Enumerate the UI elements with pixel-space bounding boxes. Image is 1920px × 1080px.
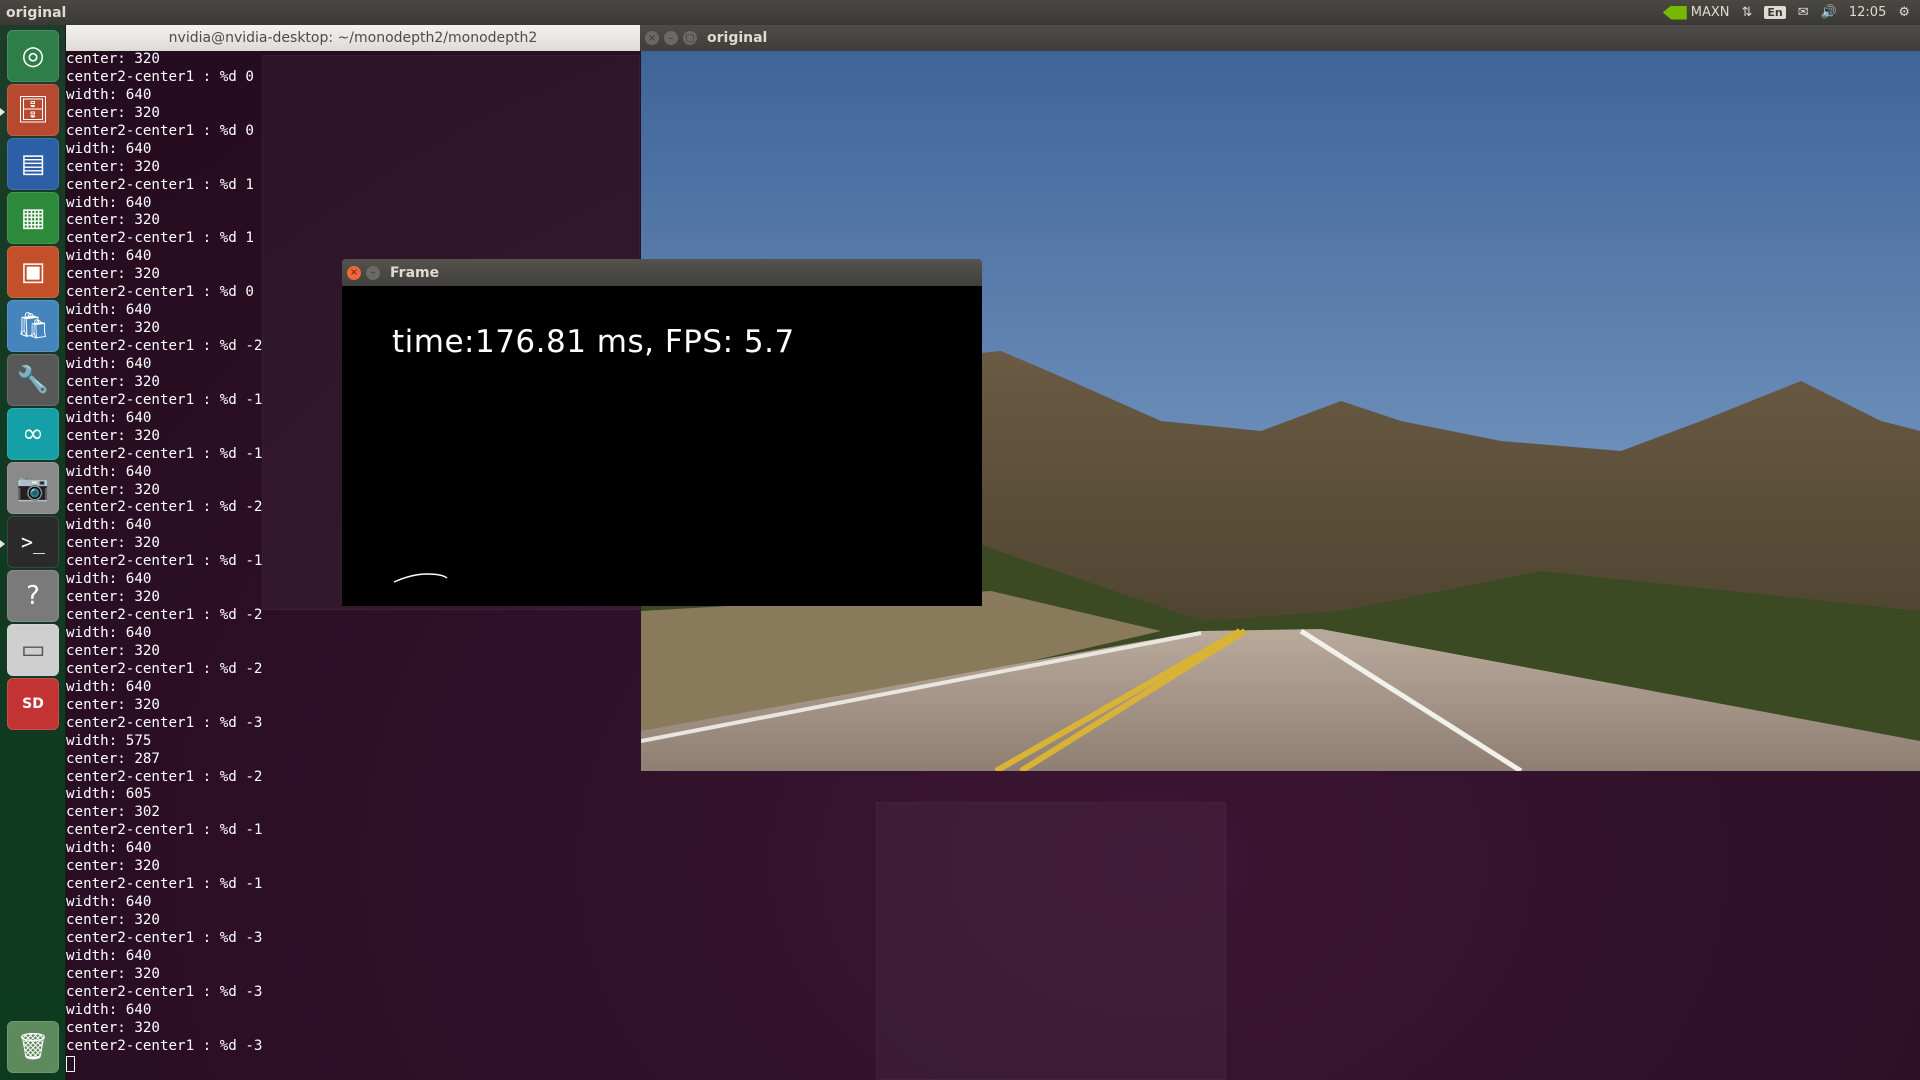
- terminal-line: width: 640: [66, 1001, 152, 1018]
- help-button[interactable]: ?: [7, 570, 59, 622]
- cursor-icon: [66, 1055, 75, 1072]
- terminal-line: width: 640: [66, 678, 152, 695]
- terminal-line: center2-center1 : %d 1: [66, 230, 254, 247]
- terminal-line: width: 640: [66, 840, 152, 857]
- minimize-icon[interactable]: –: [366, 265, 380, 280]
- running-indicator: [0, 540, 5, 548]
- power-mode-indicator[interactable]: MAXN: [1662, 5, 1730, 20]
- terminal-line: width: 640: [66, 625, 152, 641]
- terminal-line: center: 320: [66, 912, 160, 928]
- ubuntu-logo-icon: ◎: [21, 41, 45, 71]
- terminal-line: width: 605: [66, 786, 152, 803]
- camera-icon: 📷: [16, 473, 50, 503]
- terminal-line: center: 320: [66, 158, 160, 175]
- close-icon[interactable]: ×: [347, 265, 361, 280]
- trash-button[interactable]: 🗑: [7, 1021, 59, 1073]
- terminal-prompt-icon: >_: [20, 530, 46, 554]
- terminal-line: center: 302: [66, 804, 160, 821]
- calc-button[interactable]: ▦: [7, 192, 59, 244]
- sd-card-icon: SD: [22, 696, 44, 712]
- impress-button[interactable]: ▣: [7, 246, 59, 298]
- terminal-line: center2-center1 : %d 1: [66, 176, 254, 193]
- nvidia-logo-icon: [1662, 5, 1687, 20]
- top-panel: original MAXN ⇅ En ✉ 🔊 12:05 ⚙: [0, 0, 1920, 25]
- terminal-line: center: 320: [66, 51, 160, 67]
- arduino-button[interactable]: ∞: [7, 408, 59, 460]
- minimize-icon[interactable]: –: [664, 31, 678, 45]
- close-icon[interactable]: ×: [645, 31, 659, 45]
- running-indicator: [0, 108, 5, 116]
- terminal-line: center: 320: [66, 212, 160, 229]
- terminal-line: center2-center1 : %d -2: [66, 768, 263, 785]
- power-mode-label: MAXN: [1690, 5, 1730, 20]
- writer-doc-icon: ▤: [20, 149, 46, 179]
- terminal-line: center2-center1 : %d -1: [66, 876, 263, 893]
- network-icon[interactable]: ⇅: [1742, 5, 1753, 20]
- arduino-infinity-icon: ∞: [22, 419, 44, 449]
- terminal-line: center: 320: [66, 104, 160, 121]
- terminal-line: width: 640: [66, 894, 152, 911]
- active-app-title: original: [6, 4, 67, 21]
- files-button[interactable]: 🗄: [7, 84, 59, 136]
- mail-icon[interactable]: ✉: [1798, 5, 1809, 20]
- original-window-titlebar[interactable]: × – □ original: [640, 25, 1920, 51]
- terminal-line: width: 640: [66, 947, 152, 964]
- terminal-line: width: 575: [66, 732, 152, 749]
- clock[interactable]: 12:05: [1849, 5, 1886, 20]
- terminal-cursor-line: [66, 1055, 640, 1074]
- question-mark-icon: ?: [26, 581, 40, 611]
- terminal-line: center: 320: [66, 696, 160, 713]
- terminal-line: width: 640: [66, 194, 152, 211]
- terminal-line: center2-center1 : %d 0: [66, 122, 254, 139]
- terminal-line: center: 320: [66, 965, 160, 982]
- terminal-line: center2-center1 : %d -3: [66, 983, 263, 1000]
- settings-tools-icon: 🔧: [16, 365, 50, 395]
- terminal-line: center2-center1 : %d -3: [66, 1037, 263, 1054]
- shopping-bag-icon: 🛍: [16, 311, 50, 341]
- terminal-titlebar[interactable]: nvidia@nvidia-desktop: ~/monodepth2/mono…: [66, 25, 640, 51]
- terminal-line: center2-center1 : %d -3: [66, 714, 263, 731]
- lane-curve-sketch: [393, 573, 448, 583]
- terminal-line: center2-center1 : %d -2: [66, 660, 263, 677]
- terminal-line: center: 320: [66, 642, 160, 659]
- terminal-line: center2-center1 : %d -2: [66, 607, 263, 624]
- frame-window-titlebar[interactable]: × – Frame: [342, 259, 982, 286]
- terminal-line: center2-center1 : %d -1: [66, 822, 263, 839]
- trash-icon: 🗑: [16, 1032, 50, 1062]
- calc-sheet-icon: ▦: [20, 203, 46, 233]
- launcher: ◎ 🗄 ▤ ▦ ▣ 🛍 🔧 ∞ 📷 >_ ? ▭ SD 🗑: [0, 25, 66, 1080]
- drive-button[interactable]: ▭: [7, 624, 59, 676]
- writer-button[interactable]: ▤: [7, 138, 59, 190]
- removable-drive-icon: ▭: [20, 635, 46, 665]
- terminal-button[interactable]: >_: [7, 516, 59, 568]
- terminal-line: center: 287: [66, 750, 160, 767]
- fps-overlay-text: time:176.81 ms, FPS: 5.7: [392, 324, 795, 360]
- frame-window-title: Frame: [390, 264, 440, 281]
- screenshot-button[interactable]: 📷: [7, 462, 59, 514]
- terminal-line: center2-center1 : %d 0: [66, 68, 254, 85]
- original-window-title: original: [707, 30, 768, 46]
- impress-slide-icon: ▣: [20, 257, 46, 287]
- dash-home-button[interactable]: ◎: [7, 30, 59, 82]
- frame-canvas: time:176.81 ms, FPS: 5.7: [342, 286, 982, 606]
- system-tray: MAXN ⇅ En ✉ 🔊 12:05 ⚙: [1662, 0, 1920, 25]
- terminal-line: width: 640: [66, 140, 152, 157]
- keyboard-layout-label: En: [1764, 6, 1786, 19]
- gear-icon[interactable]: ⚙: [1898, 5, 1910, 20]
- software-center-button[interactable]: 🛍: [7, 300, 59, 352]
- terminal-line: center: 320: [66, 858, 160, 875]
- terminal-line: center2-center1 : %d -3: [66, 929, 263, 946]
- terminal-line: width: 640: [66, 86, 152, 103]
- keyboard-layout-indicator[interactable]: En: [1764, 6, 1786, 19]
- terminal-line: center: 320: [66, 1019, 160, 1036]
- volume-icon[interactable]: 🔊: [1821, 5, 1837, 20]
- system-settings-button[interactable]: 🔧: [7, 354, 59, 406]
- file-cabinet-icon: 🗄: [16, 95, 50, 125]
- maximize-icon[interactable]: □: [683, 31, 697, 45]
- sd-card-button[interactable]: SD: [7, 678, 59, 730]
- background-sidebar-panel: [876, 802, 1226, 1080]
